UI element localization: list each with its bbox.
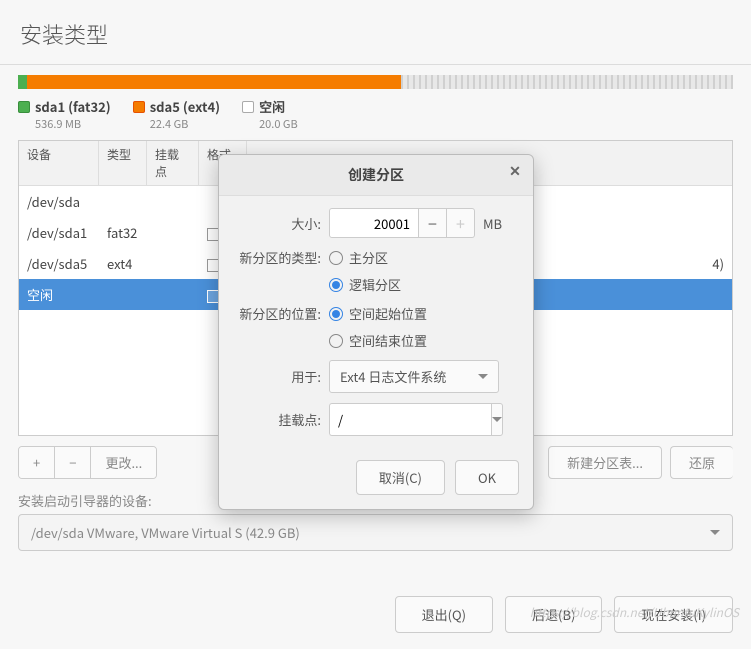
legend-swatch <box>133 101 145 113</box>
size-label: 大小: <box>233 214 329 233</box>
legend-size: 20.0 GB <box>259 116 298 132</box>
disk-segment <box>401 75 733 89</box>
size-unit: MB <box>483 214 502 233</box>
cell-device: /dev/sda <box>19 190 99 213</box>
disk-legend: sda1 (fat32)536.9 MB sda5 (ext4)22.4 GB 空闲… <box>18 97 733 132</box>
disk-usage-bar <box>18 75 733 89</box>
radio-icon <box>329 307 343 321</box>
watermark: https://blog.csdn.net/UbuntuKylinOS <box>530 604 739 621</box>
legend-name: sda1 (fat32) <box>35 97 111 116</box>
radio-icon <box>329 251 343 265</box>
chevron-down-icon <box>492 417 502 422</box>
col-mountpoint: 挂载点 <box>147 141 199 185</box>
cell-type: fat32 <box>99 221 147 244</box>
use-as-label: 用于: <box>233 367 329 386</box>
size-input[interactable] <box>329 208 419 238</box>
col-device: 设备 <box>19 141 99 185</box>
legend-name: sda5 (ext4) <box>150 97 220 116</box>
radio-pos-end[interactable]: 空间结束位置 <box>329 331 427 350</box>
remove-button[interactable]: − <box>55 447 91 478</box>
legend-item: sda5 (ext4)22.4 GB <box>133 97 220 132</box>
cell-device: /dev/sda5 <box>19 252 99 275</box>
col-type: 类型 <box>99 141 147 185</box>
mountpoint-label: 挂载点: <box>233 410 329 429</box>
cell-device: /dev/sda1 <box>19 221 99 244</box>
disk-segment <box>27 75 400 89</box>
partition-edit-group: + − 更改... <box>18 446 157 479</box>
mountpoint-input[interactable] <box>329 403 491 436</box>
radio-primary[interactable]: 主分区 <box>329 248 401 267</box>
change-button[interactable]: 更改... <box>91 447 156 478</box>
page-title: 安装类型 <box>0 0 751 64</box>
radio-logical[interactable]: 逻辑分区 <box>329 275 401 294</box>
legend-item: sda1 (fat32)536.9 MB <box>18 97 111 132</box>
chevron-down-icon <box>710 530 720 535</box>
cell-type: ext4 <box>99 252 147 275</box>
use-as-combo[interactable]: Ext4 日志文件系统 <box>329 360 499 393</box>
cell-mountpoint <box>147 221 199 244</box>
legend-swatch <box>242 101 254 113</box>
ok-button[interactable]: OK <box>455 460 519 495</box>
size-plus-button[interactable]: + <box>447 208 475 238</box>
cancel-button[interactable]: 取消(C) <box>356 460 445 495</box>
quit-button[interactable]: 退出(Q) <box>395 596 493 633</box>
legend-item: 空闲20.0 GB <box>242 97 298 132</box>
cell-device: 空闲 <box>19 283 99 306</box>
chevron-down-icon <box>478 374 488 379</box>
dialog-title: 创建分区 ✕ <box>219 155 533 196</box>
disk-segment <box>18 75 27 89</box>
close-icon[interactable]: ✕ <box>505 161 525 181</box>
bootloader-combo[interactable]: /dev/sda VMware, VMware Virtual S (42.9 … <box>18 514 733 551</box>
cell-mountpoint <box>147 283 199 306</box>
radio-icon <box>329 334 343 348</box>
legend-name: 空闲 <box>259 97 285 116</box>
mountpoint-dropdown-button[interactable] <box>491 403 503 436</box>
cell-type <box>99 190 147 213</box>
legend-size: 536.9 MB <box>35 116 111 132</box>
cell-type <box>99 283 147 306</box>
cell-mountpoint <box>147 190 199 213</box>
create-partition-dialog: 创建分区 ✕ 大小: − + MB 新分区的类型: 主分区 逻辑分区 <box>218 154 534 510</box>
bootloader-value: /dev/sda VMware, VMware Virtual S (42.9 … <box>31 523 300 542</box>
type-label: 新分区的类型: <box>233 248 329 267</box>
radio-pos-begin[interactable]: 空间起始位置 <box>329 304 427 323</box>
legend-size: 22.4 GB <box>150 116 220 132</box>
legend-swatch <box>18 101 30 113</box>
mountpoint-combo[interactable] <box>329 403 499 436</box>
position-label: 新分区的位置: <box>233 304 329 323</box>
size-minus-button[interactable]: − <box>419 208 447 238</box>
add-button[interactable]: + <box>19 447 55 478</box>
cell-mountpoint <box>147 252 199 275</box>
new-partition-table-button[interactable]: 新建分区表... <box>548 446 662 479</box>
size-spinner[interactable]: − + <box>329 208 475 238</box>
revert-button[interactable]: 还原 <box>670 446 733 479</box>
radio-icon <box>329 278 343 292</box>
